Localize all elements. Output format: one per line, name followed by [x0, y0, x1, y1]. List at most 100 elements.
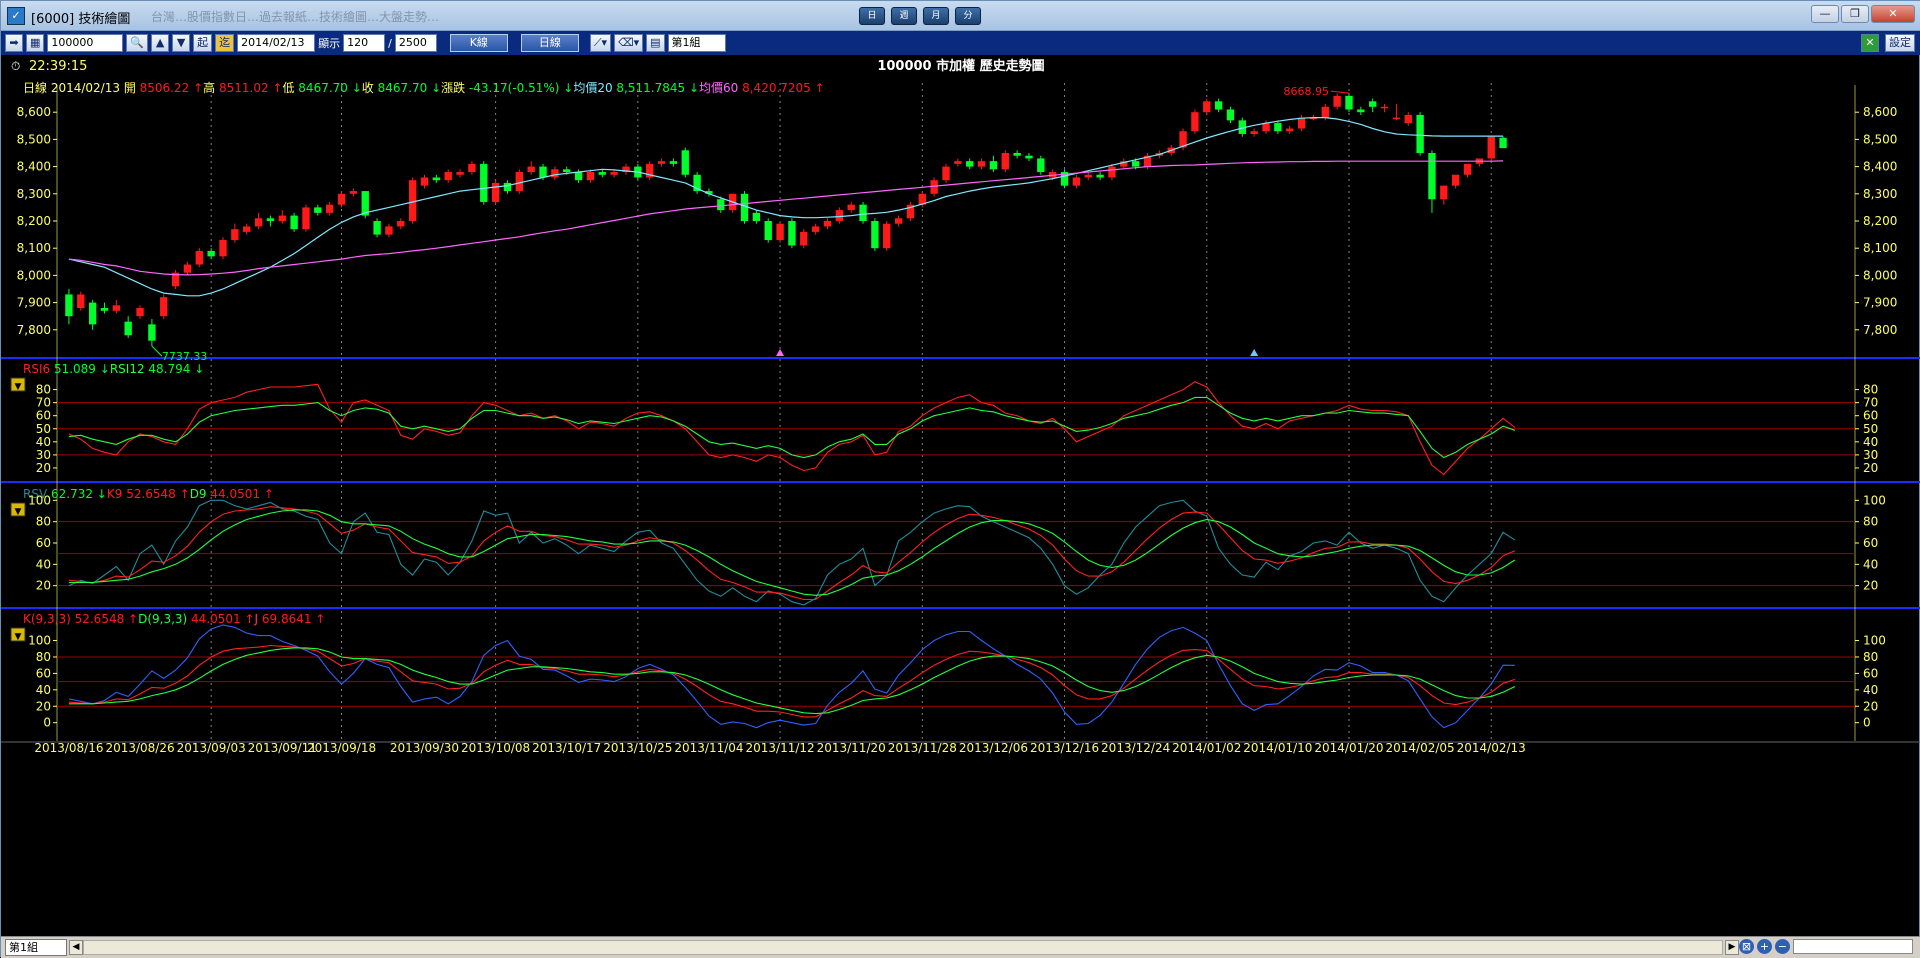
candle-body — [1428, 153, 1436, 200]
candle-body — [717, 199, 725, 211]
candle-body — [681, 150, 689, 175]
weekly-quick-button[interactable]: 週 — [891, 7, 917, 25]
y-tick-label-left: 20 — [36, 579, 51, 593]
maximize-button[interactable]: ❐ — [1841, 5, 1869, 23]
daily-quick-button[interactable]: 日 — [859, 7, 885, 25]
candle-body — [77, 294, 85, 309]
kdj-k-value: 52.6548 — [75, 612, 128, 626]
x-tick-label: 2013/09/30 — [390, 741, 459, 755]
x-tick-label: 2014/01/10 — [1243, 741, 1312, 755]
zoom-slider[interactable] — [1793, 939, 1913, 954]
y-tick-label-left: 8,300 — [17, 187, 51, 201]
candle-body — [88, 302, 97, 325]
slash-label: / — [388, 36, 392, 50]
monthly-quick-button[interactable]: 月 — [923, 7, 949, 25]
change-value: -43.17(-0.51%) — [469, 81, 563, 95]
candle-body — [515, 172, 523, 192]
grid-icon[interactable]: ▦ — [26, 34, 45, 52]
y-tick-label-right: 100 — [1863, 493, 1886, 507]
scroll-right-arrow-icon[interactable]: ▶ — [1725, 940, 1739, 955]
date-combobox[interactable]: 2014/02/13 — [237, 34, 316, 52]
candle-body — [468, 163, 476, 173]
y-tick-label-left: 80 — [36, 383, 51, 397]
y-tick-label-left: 60 — [36, 666, 51, 680]
display-label: 顯示 — [318, 37, 341, 50]
clock-icon: ⏱ — [11, 59, 20, 73]
candle-body — [444, 172, 452, 181]
scroll-left-arrow-icon[interactable]: ◀ — [69, 940, 83, 955]
kdj-k-label: K(9,3,3) — [23, 612, 75, 626]
candle-body — [491, 182, 500, 202]
search-icon[interactable]: 🔍 — [126, 34, 149, 52]
end-date-button[interactable]: 迄 — [215, 34, 235, 52]
zoom-out-icon[interactable]: − — [1775, 939, 1790, 954]
y-tick-label-right: 40 — [1863, 557, 1878, 571]
candle-body — [1084, 174, 1092, 178]
candle-body — [1380, 106, 1389, 109]
x-tick-label: 2013/09/03 — [177, 741, 246, 755]
minute-quick-button[interactable]: 分 — [955, 7, 981, 25]
y-tick-label-left: 8,000 — [17, 268, 51, 282]
close-button[interactable]: ✕ — [1871, 5, 1915, 23]
candle-body — [124, 321, 132, 336]
draw-line-icon[interactable]: ⟋▾ — [589, 34, 612, 52]
zoom-in-icon[interactable]: + — [1757, 939, 1772, 954]
candle-body — [788, 221, 796, 246]
kdj-d-value: 44.0501 — [191, 612, 244, 626]
candle-body — [811, 226, 820, 232]
symbol-combobox[interactable]: 100000 — [47, 34, 124, 52]
total-count-input[interactable]: 2500 — [394, 34, 437, 52]
start-date-button[interactable]: 起 — [193, 34, 213, 52]
candle-body — [349, 191, 358, 194]
eraser-icon[interactable]: ⌫▾ — [614, 34, 644, 52]
y-tick-label-left: 80 — [36, 650, 51, 664]
scroll-up-button[interactable]: ▲ — [151, 34, 170, 52]
y-tick-label-right: 70 — [1863, 396, 1878, 410]
horizontal-scrollbar[interactable] — [83, 940, 1723, 955]
group-icon[interactable]: ▤ — [646, 34, 665, 52]
y-tick-label-left: 100 — [28, 493, 51, 507]
export-icon[interactable]: ✕ — [1861, 34, 1879, 52]
candle-body — [65, 294, 73, 317]
title-bar[interactable]: ✓ [6000] 技術繪圖 台灣…股價指數日…過去報紙…技術繪圖…大盤走勢… 日… — [1, 1, 1920, 31]
rsv-value: 62.732 — [51, 487, 97, 501]
group-select[interactable]: 第1組 — [5, 939, 67, 956]
y-tick-label-right: 100 — [1863, 634, 1886, 648]
x-tick-label: 2013/08/16 — [34, 741, 103, 755]
rsi12-value: 48.794 — [148, 362, 194, 376]
date-value: 2014/02/13 — [51, 81, 124, 95]
y-tick-label-left: 70 — [36, 396, 51, 410]
rsi12-line — [68, 396, 1516, 459]
up-arrow-icon: ↑ — [180, 487, 190, 501]
link-arrow-icon[interactable]: ➡ — [5, 34, 23, 52]
settings-button[interactable]: 設定 — [1885, 34, 1915, 52]
event-marker — [1250, 349, 1259, 356]
candle-body — [586, 172, 595, 181]
d9-value: 44.0501 — [210, 487, 263, 501]
display-count-input[interactable]: 120 — [343, 34, 386, 52]
x-tick-label: 2013/10/25 — [603, 741, 672, 755]
minimize-button[interactable]: — — [1811, 5, 1839, 23]
period-quick-buttons: 日 週 月 分 — [859, 7, 981, 25]
x-tick-label: 2014/02/05 — [1386, 741, 1455, 755]
y-tick-label-right: 50 — [1863, 422, 1878, 436]
close-value: 8467.70 — [378, 81, 431, 95]
y-tick-label-right: 60 — [1863, 409, 1878, 423]
y-tick-label-left: 7,900 — [17, 296, 51, 310]
candle-body — [1108, 166, 1116, 178]
price-info-line: 日線 2014/02/13 開 8506.22 ↑高 8511.02 ↑低 84… — [23, 80, 825, 95]
scroll-down-button[interactable]: ▼ — [172, 34, 191, 52]
chart-type-dropdown[interactable]: K線 — [449, 34, 508, 52]
status-bar: 第1組 ◀ ▶ ⊠ + − — [1, 936, 1920, 958]
candle-body — [503, 182, 512, 192]
up-arrow-icon: ↑ — [815, 81, 825, 95]
y-tick-label-right: 20 — [1863, 461, 1878, 475]
background-tabs-text: 台灣…股價指數日…過去報紙…技術繪圖…大盤走勢… — [151, 10, 440, 24]
period-dropdown[interactable]: 日線 — [520, 34, 579, 52]
fit-zoom-icon[interactable]: ⊠ — [1739, 939, 1754, 954]
group-combobox[interactable]: 第1組 — [667, 34, 726, 52]
rsi6-label: RSI6 — [23, 362, 54, 376]
x-tick-label: 2014/01/02 — [1172, 741, 1241, 755]
down-arrow-icon: ↓ — [689, 81, 699, 95]
change-label: 漲跌 — [441, 80, 469, 95]
